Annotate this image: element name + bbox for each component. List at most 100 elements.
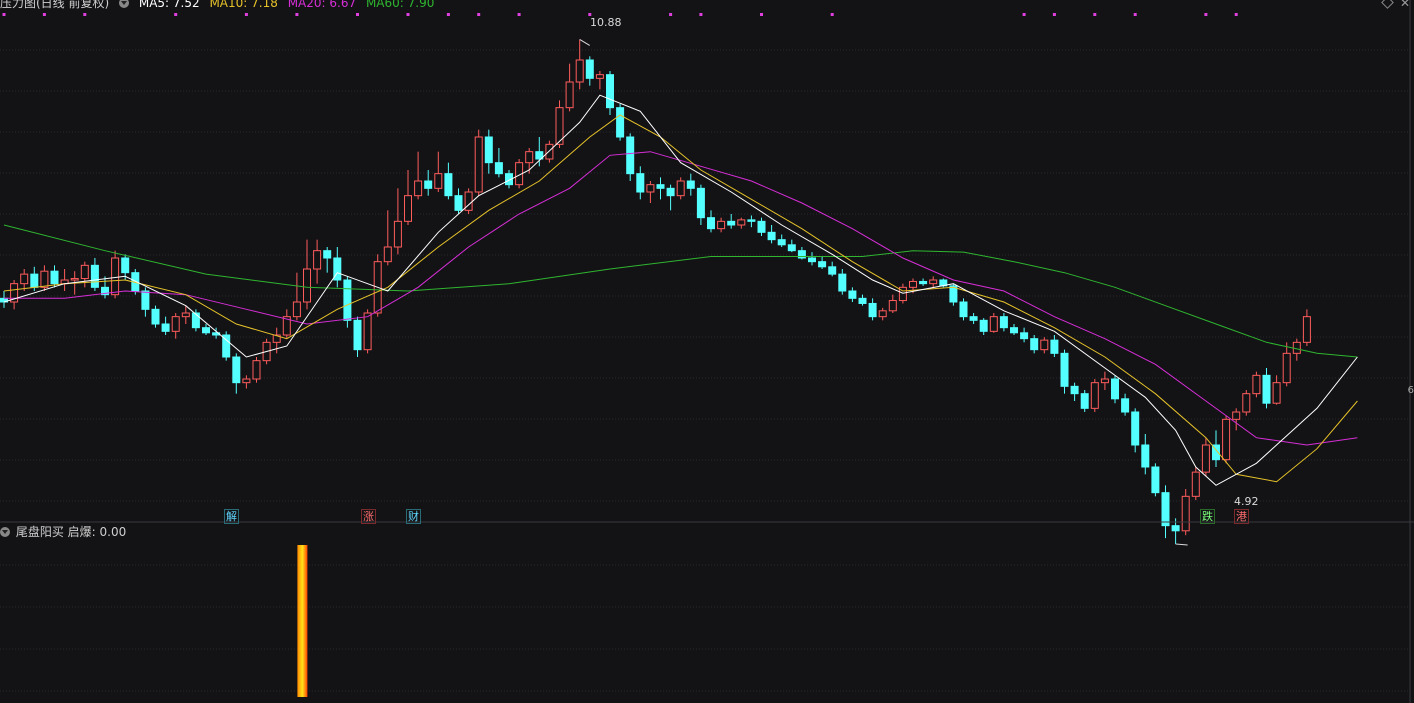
signal-dot xyxy=(699,13,703,16)
candle-body xyxy=(323,250,332,259)
event-marker-die[interactable]: 跌 xyxy=(1200,509,1215,524)
candle-body xyxy=(616,107,625,138)
signal-dot xyxy=(1234,13,1238,16)
candle-body xyxy=(434,173,443,189)
candle-body xyxy=(838,273,847,292)
signal-dot xyxy=(406,13,410,16)
event-marker-cai[interactable]: 财 xyxy=(406,509,421,524)
candle-body xyxy=(686,180,695,189)
candle-body xyxy=(353,319,362,351)
candle-body xyxy=(1030,338,1039,351)
candle-body xyxy=(969,316,978,321)
candle-body xyxy=(343,279,352,321)
candle-body xyxy=(494,162,503,175)
indicator-collapse-icon[interactable] xyxy=(0,527,10,537)
signal-dot xyxy=(760,13,763,16)
candlestick-series[interactable] xyxy=(0,39,1311,544)
indicator-panel-header: 尾盘阳买 启爆: 0.00 xyxy=(0,524,126,540)
candle-body xyxy=(161,323,170,332)
candle-body xyxy=(696,187,705,219)
candle-body xyxy=(202,327,210,334)
close-icon[interactable]: ✕ xyxy=(1400,0,1410,10)
candle-body xyxy=(1141,444,1150,468)
candle-body xyxy=(878,310,887,318)
signal-dot xyxy=(1093,13,1097,16)
candle-body xyxy=(383,246,392,263)
high-price-label: 10.88 xyxy=(590,16,622,29)
candle-body xyxy=(151,308,160,325)
candle-body xyxy=(313,250,322,270)
grid-lines xyxy=(0,49,1410,692)
candle-body xyxy=(636,173,645,193)
candle-body xyxy=(989,316,998,332)
candle-body xyxy=(1020,332,1029,340)
event-marker-gang[interactable]: 港 xyxy=(1234,509,1249,524)
candle-body xyxy=(191,312,200,329)
candle-body xyxy=(676,180,685,197)
candle-body xyxy=(646,184,655,193)
candle-body xyxy=(1191,471,1200,497)
candle-body xyxy=(545,143,554,160)
signal-dot xyxy=(356,13,359,16)
signal-dot xyxy=(1052,13,1056,16)
ma5-label: MA5: 7.52 xyxy=(138,0,200,10)
candle-body xyxy=(979,319,988,332)
chart-canvas[interactable] xyxy=(0,0,1414,703)
candle-body xyxy=(424,180,433,189)
candle-body xyxy=(1010,327,1018,334)
event-marker-jie[interactable]: 解 xyxy=(224,509,239,524)
candle-body xyxy=(1090,382,1099,409)
candle-body xyxy=(757,220,766,233)
signal-dot xyxy=(477,13,481,16)
candle-body xyxy=(484,136,493,164)
candle-body xyxy=(1040,339,1049,351)
candle-body xyxy=(1050,339,1059,354)
candle-body xyxy=(575,59,584,83)
candle-body xyxy=(818,261,827,268)
collapse-icon[interactable] xyxy=(119,0,130,8)
candle-body xyxy=(454,195,463,211)
signal-dot xyxy=(1204,13,1208,16)
indicator-title: 尾盘阳买 xyxy=(15,525,64,539)
candle-body xyxy=(808,257,816,263)
event-marker-zhang[interactable]: 涨 xyxy=(361,509,376,524)
chart-title: 压力图(日线 前复权) xyxy=(0,0,110,10)
candle-body xyxy=(848,290,857,299)
candle-body xyxy=(858,297,867,304)
candle-body xyxy=(1292,341,1301,354)
candle-body xyxy=(80,264,89,280)
candle-body xyxy=(50,270,59,285)
candle-body xyxy=(656,184,665,189)
candle-body xyxy=(1070,385,1079,395)
candle-body xyxy=(747,219,756,222)
candle-body xyxy=(1272,382,1281,404)
signal-dot xyxy=(1022,13,1026,16)
candle-body xyxy=(606,74,614,109)
candle-body xyxy=(1222,418,1231,461)
candle-body xyxy=(1151,466,1160,494)
candle-body xyxy=(1282,352,1291,384)
candle-body xyxy=(767,231,776,241)
candle-body xyxy=(70,278,79,281)
candle-body xyxy=(1121,398,1130,413)
candle-body xyxy=(828,266,837,275)
candle-body xyxy=(252,360,261,380)
candle-body xyxy=(111,257,120,296)
candle-body xyxy=(1111,378,1119,400)
signal-dot xyxy=(83,13,87,16)
candle-body xyxy=(1131,411,1140,446)
candle-body xyxy=(565,81,574,109)
candle-body xyxy=(1201,444,1210,473)
candle-body xyxy=(121,257,130,274)
candle-body xyxy=(707,217,715,230)
candle-body xyxy=(1100,378,1109,384)
candle-body xyxy=(303,268,311,303)
candle-body xyxy=(40,270,49,288)
candle-body xyxy=(595,74,604,79)
candle-body xyxy=(141,290,150,310)
candle-body xyxy=(404,195,412,222)
candle-body xyxy=(1171,525,1180,532)
candle-body xyxy=(787,244,796,252)
signal-dot xyxy=(2,13,6,16)
candle-body xyxy=(909,280,917,288)
